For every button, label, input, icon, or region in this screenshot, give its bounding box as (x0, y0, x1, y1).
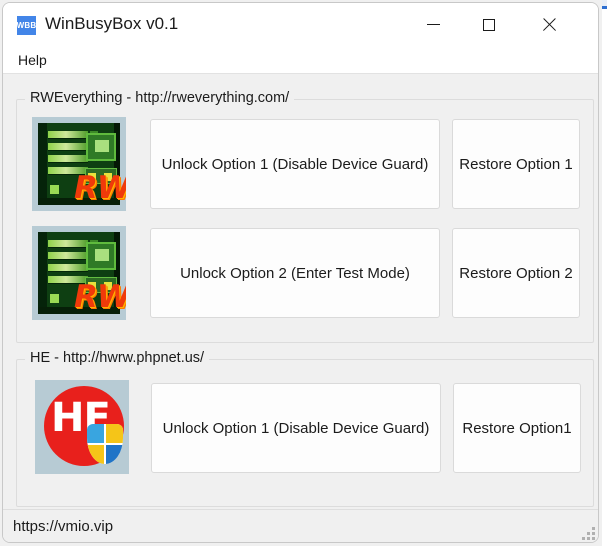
status-bar: https://vmio.vip (3, 509, 598, 542)
rweverything-icon-row2: RW (32, 226, 126, 320)
circuit-board-icon: RW (38, 232, 126, 314)
status-bar-text: https://vmio.vip (13, 518, 114, 535)
minimize-button[interactable] (410, 3, 456, 46)
rw-logo-letters: RW (74, 170, 126, 206)
window-frame: WBB WinBusyBox v0.1 Help RWEverything - … (2, 2, 599, 543)
background-window-edge (602, 0, 607, 546)
rw-restore-option-1-button[interactable]: Restore Option 1 (452, 119, 580, 209)
window-title: WinBusyBox v0.1 (45, 14, 179, 33)
application-window: WBB WinBusyBox v0.1 Help RWEverything - … (0, 0, 607, 546)
he-unlock-option-1-button[interactable]: Unlock Option 1 (Disable Device Guard) (151, 383, 441, 473)
groupbox-he-legend: HE - http://hwrw.phpnet.us/ (25, 350, 210, 366)
groupbox-rweverything: RWEverything - http://rweverything.com/ (16, 90, 594, 343)
groupbox-he: HE - http://hwrw.phpnet.us/ HE Unlock Op… (16, 350, 594, 507)
maximize-button[interactable] (466, 3, 512, 46)
maximize-icon (483, 18, 495, 31)
he-icon: HE (35, 380, 129, 474)
minimize-icon (426, 24, 440, 25)
client-area: RWEverything - http://rweverything.com/ (3, 74, 598, 542)
title-bar[interactable]: WBB WinBusyBox v0.1 (3, 3, 598, 46)
rw-unlock-option-1-button[interactable]: Unlock Option 1 (Disable Device Guard) (150, 119, 440, 209)
close-button[interactable] (526, 3, 572, 46)
rw-unlock-option-2-button[interactable]: Unlock Option 2 (Enter Test Mode) (150, 228, 440, 318)
resize-grip[interactable] (582, 527, 595, 540)
rw-restore-option-2-button[interactable]: Restore Option 2 (452, 228, 580, 318)
rw-logo-letters: RW (74, 279, 126, 315)
circuit-board-icon: RW (38, 123, 126, 205)
app-icon: WBB (17, 16, 36, 35)
windows-shield-icon (87, 424, 123, 464)
menu-bar: Help (3, 46, 598, 74)
menu-item-help[interactable]: Help (13, 50, 52, 70)
close-icon (542, 18, 556, 32)
groupbox-rweverything-legend: RWEverything - http://rweverything.com/ (25, 90, 295, 106)
he-restore-option-1-button[interactable]: Restore Option1 (453, 383, 581, 473)
rweverything-icon-row1: RW (32, 117, 126, 211)
